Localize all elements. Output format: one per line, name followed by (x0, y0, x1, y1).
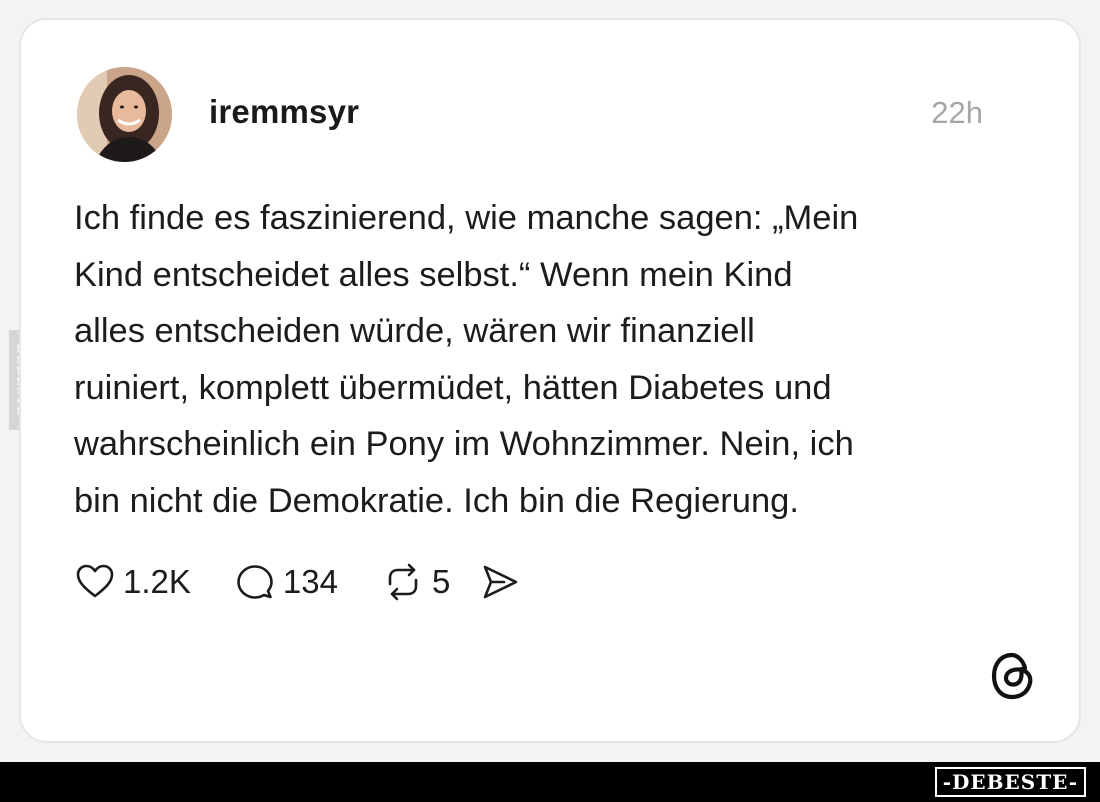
footer-bar: -DEBESTE- (0, 762, 1100, 802)
post-card: iremmsyr 22h Ich finde es faszinierend, … (19, 18, 1081, 743)
screenshot-root: DEBESTE iremmsyr 22h Ich finde es faszin… (0, 0, 1100, 802)
repost-count: 5 (431, 563, 451, 600)
like-count: 1.2K (123, 563, 191, 600)
footer-watermark-logo: -DEBESTE- (934, 767, 1086, 797)
avatar[interactable] (77, 67, 172, 162)
action-bar: 1.2K 134 5 (75, 560, 520, 604)
repost-icon (388, 563, 418, 601)
avatar-image (77, 67, 172, 162)
repost-button[interactable]: 5 (382, 562, 450, 602)
share-button[interactable] (480, 562, 520, 602)
timestamp: 22h (931, 95, 983, 130)
post-text: Ich finde es faszinierend, wie manche sa… (74, 199, 859, 520)
like-button[interactable]: 1.2K (75, 562, 191, 602)
threads-logo-icon (988, 650, 1038, 702)
reply-button[interactable]: 134 (235, 562, 338, 602)
comment-icon (237, 565, 273, 599)
heart-icon (76, 564, 114, 598)
send-icon (484, 565, 518, 599)
username[interactable]: iremmsyr (209, 93, 359, 131)
reply-count: 134 (282, 563, 338, 600)
